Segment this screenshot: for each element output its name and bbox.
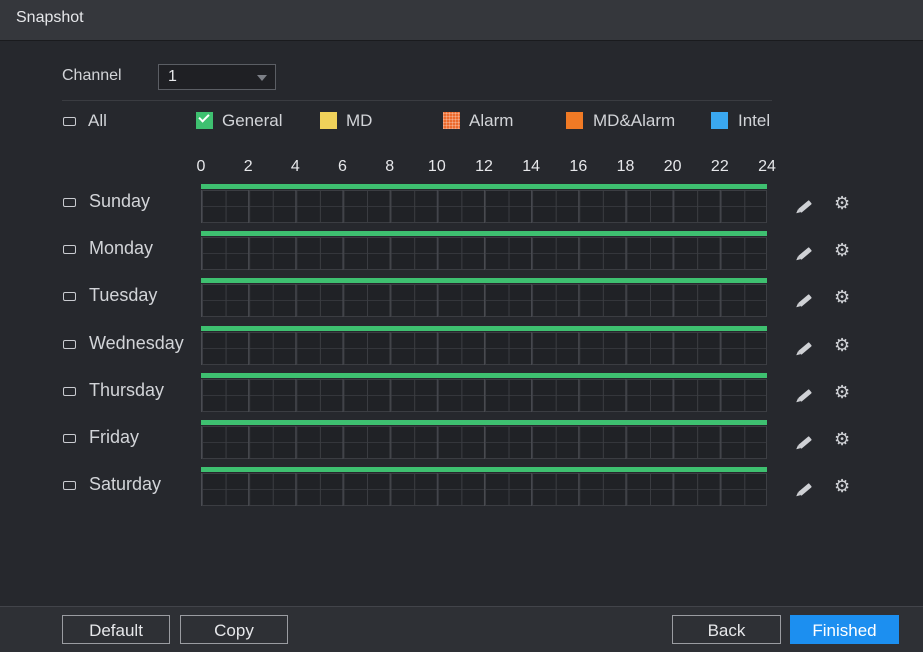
schedule-bar[interactable] [201, 467, 767, 473]
schedule-grid[interactable] [201, 237, 767, 271]
day-label: Sunday [89, 191, 151, 211]
hour-label: 12 [475, 158, 493, 175]
hour-label: 20 [663, 158, 682, 175]
chevron-down-icon [257, 75, 267, 81]
legend-alarm-label: Alarm [469, 111, 514, 130]
pencil-icon[interactable] [798, 341, 812, 355]
day-label: Tuesday [89, 285, 158, 306]
day-label: Monday [89, 238, 154, 259]
day-checkbox[interactable] [63, 339, 76, 349]
hour-label: 18 [616, 158, 635, 175]
all-checkbox[interactable] [63, 117, 76, 126]
hour-label: 22 [710, 158, 729, 175]
day-checkbox[interactable] [63, 481, 76, 491]
gear-icon[interactable]: ⚙ [834, 241, 850, 259]
window-title: Snapshot [16, 9, 84, 26]
legend-md-checkbox[interactable] [320, 112, 337, 129]
pencil-icon[interactable] [798, 388, 812, 402]
legend-general-label: General [222, 111, 283, 130]
gear-icon[interactable]: ⚙ [834, 430, 850, 448]
all-label: All [88, 111, 107, 130]
legend-md-label: MD [346, 111, 373, 130]
day-checkbox[interactable] [63, 292, 76, 302]
schedule-bar[interactable] [201, 231, 767, 237]
hour-label: 2 [243, 158, 253, 175]
schedule-bar[interactable] [201, 184, 767, 189]
schedule-grid[interactable] [201, 284, 767, 318]
schedule-bar[interactable] [201, 372, 767, 378]
hour-label: 24 [758, 158, 776, 175]
day-checkbox[interactable] [63, 245, 76, 255]
channel-value: 1 [168, 68, 177, 85]
day-checkbox[interactable] [63, 434, 76, 443]
day-checkbox[interactable] [63, 198, 76, 207]
gear-icon[interactable]: ⚙ [834, 383, 850, 401]
legend-general-checkbox[interactable] [196, 111, 213, 129]
schedule-grid[interactable] [201, 473, 767, 507]
hour-label: 16 [569, 158, 588, 175]
day-label: Thursday [89, 379, 165, 400]
hour-label: 0 [196, 158, 206, 175]
channel-label: Channel [62, 67, 122, 84]
hour-label: 4 [290, 158, 300, 175]
gear-icon[interactable]: ⚙ [834, 194, 850, 212]
legend-mdalarm-checkbox[interactable] [566, 112, 583, 129]
pencil-icon[interactable] [798, 200, 812, 213]
pencil-icon[interactable] [798, 294, 812, 308]
hour-label: 14 [522, 158, 541, 175]
day-checkbox[interactable] [63, 386, 76, 396]
check-icon [198, 111, 210, 123]
schedule-bar[interactable] [201, 278, 767, 284]
copy-button[interactable]: Copy [180, 615, 288, 644]
title-bar: Snapshot [0, 0, 923, 41]
schedule-grid[interactable] [201, 378, 767, 412]
hour-label: 6 [338, 158, 347, 175]
pencil-icon[interactable] [798, 436, 812, 449]
schedule-grid[interactable] [201, 426, 767, 459]
legend-alarm-checkbox[interactable] [443, 112, 460, 129]
legend-mdalarm-label: MD&Alarm [593, 111, 676, 130]
schedule-grid[interactable] [201, 190, 767, 223]
hour-label: 10 [427, 158, 446, 175]
default-button[interactable]: Default [62, 615, 170, 644]
hour-label: 8 [385, 158, 395, 175]
divider [62, 100, 772, 101]
finished-button[interactable]: Finished [790, 615, 899, 644]
gear-icon[interactable]: ⚙ [834, 477, 850, 495]
pencil-icon[interactable] [798, 483, 812, 497]
pencil-icon[interactable] [798, 247, 812, 261]
legend-intel-label: Intel [738, 111, 771, 130]
schedule-bar[interactable] [201, 325, 767, 331]
schedule-bar[interactable] [201, 420, 767, 425]
day-label: Friday [89, 427, 140, 447]
gear-icon[interactable]: ⚙ [834, 288, 850, 306]
gear-icon[interactable]: ⚙ [834, 336, 850, 354]
schedule-grid[interactable] [201, 331, 767, 365]
day-label: Wednesday [89, 332, 184, 353]
day-label: Saturday [89, 474, 162, 495]
channel-select[interactable]: 1 [158, 64, 276, 90]
back-button[interactable]: Back [672, 615, 781, 644]
legend-intel-checkbox[interactable] [711, 112, 728, 129]
